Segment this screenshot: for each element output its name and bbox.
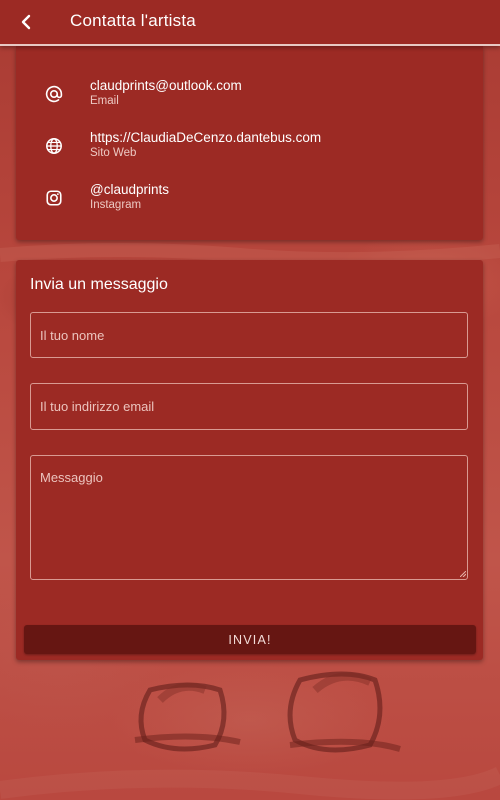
chevron-left-icon [21,14,31,30]
email-input[interactable] [30,383,468,430]
resize-grip-icon[interactable] [460,571,466,577]
submit-button[interactable]: INVIA! [24,625,476,654]
website-value: https://ClaudiaDeCenzo.dantebus.com [90,130,322,145]
name-input[interactable] [30,312,468,358]
form-title: Invia un messaggio [30,276,168,293]
page-title: Contatta l'artista [70,11,196,30]
back-button[interactable] [12,8,40,36]
at-icon [44,84,64,104]
contact-row-instagram[interactable]: @claudprints Instagram [16,182,483,222]
app-bar: Contatta l'artista [0,0,500,46]
contact-row-website[interactable]: https://ClaudiaDeCenzo.dantebus.com Sito… [16,130,483,170]
contact-row-email[interactable]: claudprints@outlook.com Email [16,78,483,118]
instagram-icon [44,188,64,208]
message-textarea[interactable] [30,455,468,580]
contact-info-card: claudprints@outlook.com Email https://Cl… [16,46,483,240]
instagram-value: @claudprints [90,182,169,197]
website-label: Sito Web [90,147,137,159]
email-value: claudprints@outlook.com [90,78,242,93]
message-form-card: Invia un messaggio INVIA! [16,260,483,660]
globe-icon [44,136,64,156]
email-label: Email [90,95,119,107]
instagram-label: Instagram [90,199,142,211]
